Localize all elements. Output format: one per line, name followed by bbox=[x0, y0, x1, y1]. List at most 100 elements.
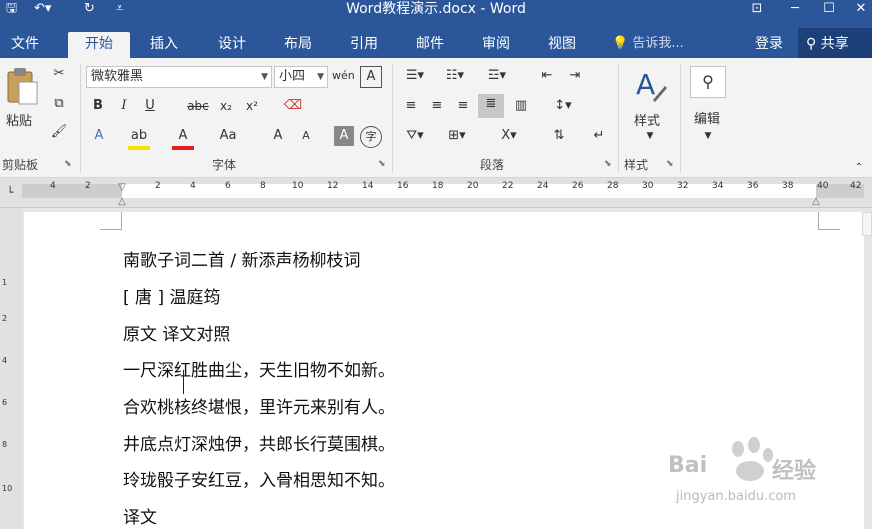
numbering-icon[interactable]: ☷▾ bbox=[440, 66, 470, 86]
shrink-font-button[interactable]: A bbox=[296, 126, 316, 146]
decrease-indent-icon[interactable]: ⇤ bbox=[536, 66, 558, 86]
document-line[interactable]: 井底点灯深烛伊，共郎长行莫围棋。 bbox=[123, 430, 395, 455]
paw-icon bbox=[732, 437, 773, 481]
font-color-button[interactable]: A bbox=[172, 126, 194, 150]
sort-icon[interactable]: ⇅ bbox=[548, 126, 570, 146]
ruler-tick: 22 bbox=[502, 181, 514, 191]
font-size-box[interactable]: 小四 ▼ bbox=[274, 66, 328, 88]
margin-corner-mark bbox=[818, 212, 840, 230]
bold-button[interactable]: B bbox=[88, 96, 108, 116]
line-spacing-icon[interactable]: ↕▾ bbox=[548, 96, 578, 116]
watermark-url: jingyan.baidu.com bbox=[676, 489, 796, 504]
paragraph-launcher-icon[interactable]: ⬊ bbox=[604, 159, 612, 169]
character-shading-button[interactable]: A bbox=[334, 126, 354, 146]
maximize-icon[interactable]: ☐ bbox=[812, 0, 846, 20]
borders-icon[interactable]: ⊞▾ bbox=[442, 126, 472, 146]
underline-button[interactable]: U bbox=[140, 96, 160, 116]
document-line[interactable]: 译文 bbox=[123, 503, 157, 528]
ribbon-home: 粘贴 ✂ ⧉ 🖌 剪贴板 ⬊ 微软雅黑 ▼ 小四 ▼ wén A B I U a… bbox=[0, 58, 872, 178]
copy-icon[interactable]: ⧉ bbox=[48, 94, 70, 114]
styles-gallery-icon[interactable]: A bbox=[632, 66, 668, 110]
paste-button[interactable] bbox=[4, 66, 40, 110]
vertical-scrollbar[interactable] bbox=[862, 212, 872, 236]
paste-label: 粘贴 bbox=[6, 114, 33, 129]
horizontal-ruler[interactable]: └ 4 2 2 4 6 8 10 12 14 16 18 20 22 24 26… bbox=[0, 178, 872, 208]
document-line[interactable]: 一尺深红胜曲尘，天生旧物不如新。 bbox=[123, 356, 395, 381]
multilevel-list-icon[interactable]: ☲▾ bbox=[482, 66, 512, 86]
format-painter-icon[interactable]: 🖌 bbox=[48, 122, 70, 142]
share-button[interactable]: ⚲ 共享 bbox=[798, 28, 872, 60]
chevron-down-icon[interactable]: ▼ bbox=[702, 126, 714, 146]
find-icon[interactable]: ⚲ bbox=[690, 66, 726, 98]
strikethrough-button[interactable]: abc bbox=[184, 96, 212, 116]
align-center-icon[interactable]: ≡ bbox=[426, 96, 448, 116]
paragraph-group-label: 段落 bbox=[480, 158, 505, 172]
clipboard-group-label: 剪贴板 bbox=[2, 158, 39, 172]
tell-me-box[interactable]: 💡 告诉我... bbox=[612, 32, 684, 56]
document-line[interactable]: [ 唐 ] 温庭筠 bbox=[123, 283, 220, 308]
vruler-tick: 8 bbox=[2, 440, 8, 449]
ruler-tick: 34 bbox=[712, 181, 724, 191]
font-size-value: 小四 bbox=[279, 69, 306, 84]
font-launcher-icon[interactable]: ⬊ bbox=[378, 159, 386, 169]
ruler-left-margin bbox=[22, 184, 122, 198]
ruler-tick: 4 bbox=[50, 181, 56, 191]
chinese-layout-icon[interactable]: X▾ bbox=[494, 126, 524, 146]
chevron-down-icon: ▼ bbox=[261, 72, 268, 82]
cut-icon[interactable]: ✂ bbox=[48, 64, 70, 84]
document-line[interactable]: 玲珑骰子安红豆，入骨相思知不知。 bbox=[123, 466, 395, 491]
bullets-icon[interactable]: ☰▾ bbox=[400, 66, 430, 86]
ruler-tick: 28 bbox=[607, 181, 619, 191]
vruler-tick: 1 bbox=[2, 278, 8, 287]
clipboard-launcher-icon[interactable]: ⬊ bbox=[64, 159, 72, 169]
minimize-icon[interactable]: ─ bbox=[778, 0, 812, 20]
increase-indent-icon[interactable]: ⇥ bbox=[564, 66, 586, 86]
vertical-ruler[interactable]: 1 2 4 6 8 10 bbox=[0, 208, 22, 529]
align-right-icon[interactable]: ≡ bbox=[452, 96, 474, 116]
vruler-tick: 6 bbox=[2, 398, 8, 407]
justify-icon[interactable]: ≣ bbox=[478, 94, 504, 118]
ruler-tick: 30 bbox=[642, 181, 654, 191]
document-line[interactable]: 南歌子词二首 / 新添声杨柳枝词 bbox=[123, 246, 361, 271]
lightbulb-icon: 💡 bbox=[612, 36, 629, 51]
ruler-tick: 6 bbox=[225, 181, 231, 191]
group-divider bbox=[680, 64, 681, 172]
highlight-icon[interactable]: ab bbox=[128, 126, 150, 150]
clear-formatting-icon[interactable]: ⌫ bbox=[282, 96, 304, 116]
login-button[interactable]: 登录 bbox=[755, 32, 783, 56]
ruler-tick: 2 bbox=[85, 181, 91, 191]
editing-label[interactable]: 编辑 bbox=[694, 108, 720, 127]
distributed-icon[interactable]: ▥ bbox=[510, 96, 532, 116]
ruler-tick: 26 bbox=[572, 181, 584, 191]
font-name-box[interactable]: 微软雅黑 ▼ bbox=[86, 66, 272, 88]
tab-selector-icon[interactable]: └ bbox=[3, 183, 17, 203]
shading-icon[interactable]: ⛛▾ bbox=[400, 126, 430, 146]
grow-font-button[interactable]: A bbox=[268, 126, 288, 146]
collapse-ribbon-icon[interactable]: ⌃ bbox=[852, 158, 866, 178]
superscript-button[interactable]: x² bbox=[242, 96, 262, 116]
styles-launcher-icon[interactable]: ⬊ bbox=[666, 159, 674, 169]
subscript-button[interactable]: x₂ bbox=[216, 96, 236, 116]
show-marks-icon[interactable]: ↵ bbox=[588, 126, 610, 146]
ruler-tick: 12 bbox=[327, 181, 339, 191]
enclose-characters-button[interactable]: 字 bbox=[360, 126, 382, 148]
align-left-icon[interactable]: ≡ bbox=[400, 96, 422, 116]
user-icon: ⚲ bbox=[806, 36, 817, 52]
document-line[interactable]: 原文 译文对照 bbox=[123, 320, 230, 345]
chevron-down-icon[interactable]: ▼ bbox=[644, 126, 656, 146]
change-case-button[interactable]: Aa bbox=[214, 126, 242, 146]
ruler-tick: 14 bbox=[362, 181, 374, 191]
italic-button[interactable]: I bbox=[114, 96, 134, 116]
styles-icon: A bbox=[636, 68, 667, 102]
ruler-tick: 4 bbox=[190, 181, 196, 191]
close-icon[interactable]: ✕ bbox=[844, 0, 872, 20]
document-line[interactable]: 合欢桃核终堪恨，里许元来别有人。 bbox=[123, 393, 395, 418]
group-divider bbox=[80, 64, 81, 172]
ruler-tick: 10 bbox=[292, 181, 304, 191]
ribbon-display-icon[interactable]: ⊡ bbox=[740, 0, 774, 20]
watermark: Bai 经验 jingyan.baidu.com bbox=[668, 437, 838, 515]
text-effects-button[interactable]: A bbox=[88, 126, 110, 146]
phonetic-guide-icon[interactable]: wén bbox=[332, 66, 355, 86]
title-bar: 🖫 ↶▾ ↻ ⩡ Word教程演示.docx - Word ⊡ ─ ☐ ✕ bbox=[0, 0, 872, 22]
character-border-icon[interactable]: A bbox=[360, 66, 382, 88]
